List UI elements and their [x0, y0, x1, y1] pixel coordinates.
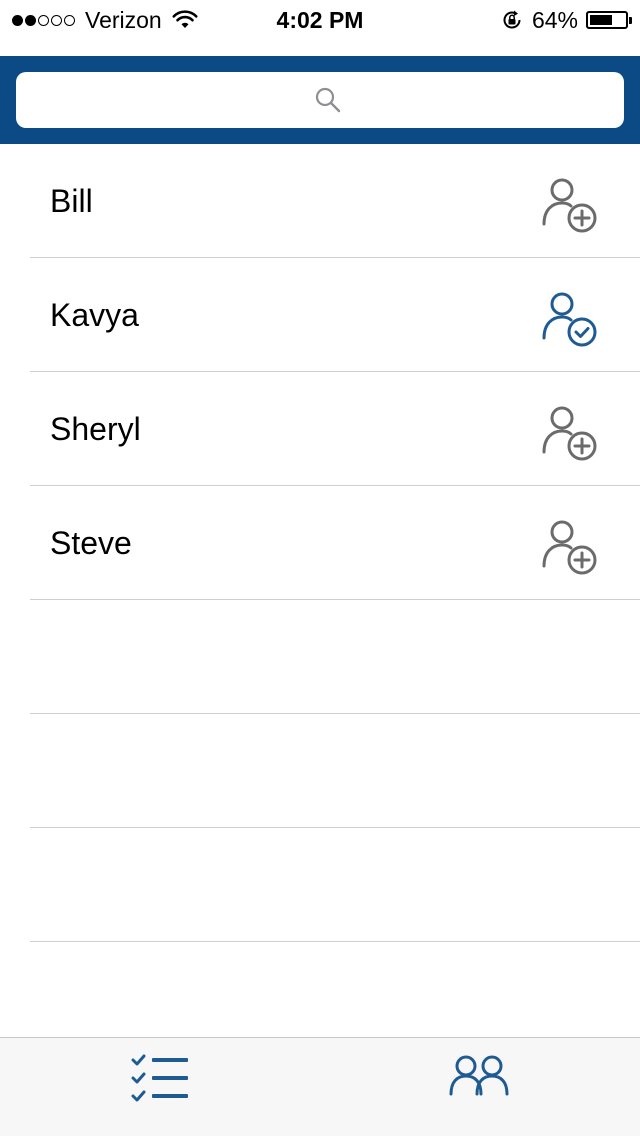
- checklist-icon[interactable]: [130, 1052, 192, 1104]
- add-person-icon[interactable]: [540, 518, 600, 578]
- status-right: 64%: [500, 0, 632, 40]
- contact-list: Bill Kavya Sheryl Steve: [0, 144, 640, 942]
- contact-row[interactable]: Steve: [30, 486, 640, 600]
- empty-row: [30, 600, 640, 714]
- add-person-icon[interactable]: [540, 404, 600, 464]
- contact-row[interactable]: Bill: [30, 144, 640, 258]
- contact-name: Bill: [50, 183, 93, 219]
- battery-icon: [586, 11, 632, 29]
- contact-name: Steve: [50, 525, 132, 561]
- people-icon[interactable]: [448, 1052, 510, 1104]
- search-icon: [315, 87, 341, 113]
- battery-percent: 64%: [531, 6, 578, 33]
- orientation-lock-icon: [503, 10, 521, 29]
- search-bar[interactable]: [16, 72, 624, 128]
- add-person-icon[interactable]: [540, 176, 600, 236]
- status-bar: Verizon 4:02 PM 64%: [0, 0, 640, 40]
- contact-name: Kavya: [50, 297, 139, 333]
- contact-name: Sheryl: [50, 411, 141, 447]
- tab-bar: [0, 1037, 640, 1136]
- person-added-check-icon[interactable]: [540, 290, 600, 350]
- contact-row[interactable]: Kavya: [30, 258, 640, 372]
- search-header: [0, 56, 640, 144]
- empty-row: [30, 828, 640, 942]
- contact-row[interactable]: Sheryl: [30, 372, 640, 486]
- battery-level-fill: [590, 15, 612, 25]
- empty-row: [30, 714, 640, 828]
